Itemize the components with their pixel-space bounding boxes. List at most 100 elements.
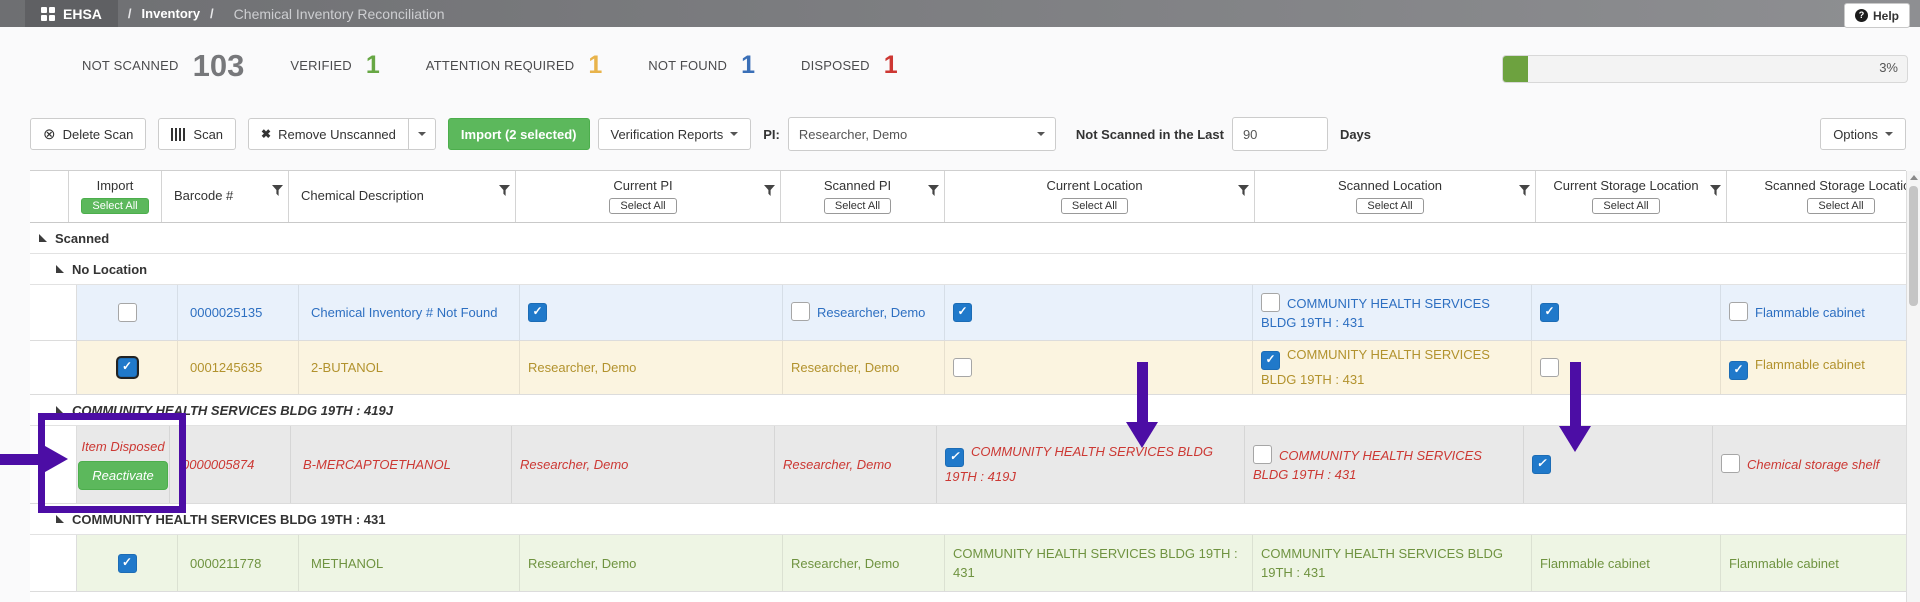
current-pi-checkbox[interactable]	[528, 303, 547, 322]
vertical-scrollbar[interactable]	[1906, 171, 1920, 602]
verification-reports-button[interactable]: Verification Reports	[597, 118, 752, 150]
chevron-down-icon	[1885, 132, 1893, 136]
scanned-storage-cell: Flammable cabinet	[1721, 285, 1920, 340]
stat-disposed: DISPOSED 1	[800, 51, 898, 79]
scanned-location-cell: COMMUNITY HEALTH SERVICES BLDG 19TH : 43…	[1245, 426, 1524, 503]
scan-button[interactable]: Scan	[158, 118, 237, 150]
chemical-description-cell: Chemical Inventory # Not Found	[299, 285, 520, 340]
toolbar: ⊗ Delete Scan Scan ✖ Remove Unscanned Im…	[30, 117, 1906, 151]
scrollbar-up-arrow-icon[interactable]	[1910, 175, 1918, 180]
barcode-link[interactable]: 0001245635	[190, 360, 262, 375]
stat-not-scanned: NOT SCANNED 103	[82, 48, 245, 83]
expander-column-header	[30, 171, 69, 222]
barcode-link[interactable]: 0000005874	[182, 457, 254, 472]
breadcrumb-separator: /	[127, 6, 132, 21]
scanned-pi-checkbox[interactable]	[791, 302, 810, 322]
filter-icon[interactable]	[272, 184, 283, 199]
column-header-scanned-storage-location: Scanned Storage Location Select All	[1727, 171, 1920, 222]
select-all-current-pi-button[interactable]: Select All	[609, 197, 677, 214]
chevron-down-icon	[730, 132, 739, 136]
group-row-no-location: No Location	[30, 254, 1906, 285]
help-label: Help	[1872, 8, 1899, 23]
current-storage-cell: Flammable cabinet	[1532, 535, 1721, 591]
current-location-checkbox[interactable]	[953, 358, 972, 377]
current-storage-checkbox[interactable]	[1532, 455, 1551, 474]
barcode-link[interactable]: 0000211778	[190, 556, 261, 571]
column-header-import: Import Select All	[69, 171, 162, 222]
filter-icon[interactable]	[499, 184, 510, 199]
select-all-scanned-location-button[interactable]: Select All	[1356, 197, 1424, 214]
chemical-description-cell: 2-BUTANOL	[299, 341, 520, 394]
options-button[interactable]: Options	[1820, 118, 1906, 150]
barcode-cell: 0001245635	[178, 341, 299, 394]
import-button[interactable]: Import (2 selected)	[447, 118, 590, 150]
status-counters: NOT SCANNED 103 VERIFIED 1 ATTENTION REQ…	[82, 50, 898, 81]
table-row-0000025135: 0000025135 Chemical Inventory # Not Foun…	[30, 285, 1920, 341]
select-all-scanned-storage-button[interactable]: Select All	[1807, 197, 1875, 214]
current-storage-cell	[1524, 426, 1713, 503]
collapse-icon[interactable]	[39, 234, 47, 242]
stat-not-found: NOT FOUND 1	[648, 51, 755, 79]
scanned-pi-cell: Researcher, Demo	[775, 426, 937, 503]
page-title: Chemical Inventory Reconciliation	[233, 5, 445, 22]
column-header-current-pi: Current PI Select All	[516, 171, 781, 222]
filter-icon[interactable]	[1519, 184, 1530, 199]
table-row-0000211778: 0000211778 METHANOL Researcher, Demo Res…	[30, 535, 1920, 592]
current-storage-cell	[1532, 285, 1721, 340]
scanned-location-checkbox[interactable]	[1261, 351, 1280, 371]
collapse-icon[interactable]	[56, 515, 64, 523]
breadcrumb-inventory[interactable]: Inventory	[142, 6, 201, 21]
annotation-arrow-down-scanned-storage-stem	[1570, 362, 1581, 427]
scanned-location-checkbox[interactable]	[1253, 444, 1272, 464]
current-pi-cell: Researcher, Demo	[520, 341, 783, 394]
scanned-pi-cell: Researcher, Demo	[783, 285, 945, 340]
remove-unscanned-button[interactable]: ✖ Remove Unscanned	[248, 118, 409, 150]
filter-icon[interactable]	[1710, 184, 1721, 199]
scanned-pi-cell: Researcher, Demo	[783, 535, 945, 591]
group-row-bldg-419j: COMMUNITY HEALTH SERVICES BLDG 19TH : 41…	[30, 395, 1906, 426]
app-brand[interactable]: EHSA	[25, 0, 118, 27]
scanned-location-checkbox[interactable]	[1261, 292, 1280, 312]
circle-x-icon: ⊗	[43, 125, 56, 143]
column-header-scanned-pi: Scanned PI Select All	[781, 171, 945, 222]
import-cell	[77, 285, 178, 340]
scanned-storage-checkbox[interactable]	[1729, 361, 1748, 380]
not-scanned-count: 103	[192, 48, 245, 83]
remove-unscanned-dropdown-button[interactable]	[407, 118, 436, 150]
collapse-icon[interactable]	[56, 265, 64, 273]
current-location-cell	[945, 341, 1253, 394]
import-checkbox[interactable]	[117, 303, 137, 322]
current-storage-checkbox[interactable]	[1540, 358, 1559, 377]
filter-icon[interactable]	[764, 184, 775, 199]
pi-selected-value: Researcher, Demo	[798, 126, 908, 142]
days-input[interactable]	[1231, 117, 1328, 151]
barcode-link[interactable]: 0000025135	[190, 305, 262, 320]
select-all-scanned-pi-button[interactable]: Select All	[823, 197, 892, 214]
current-storage-checkbox[interactable]	[1540, 303, 1559, 322]
delete-scan-button[interactable]: ⊗ Delete Scan	[30, 118, 147, 150]
chevron-down-icon	[417, 132, 426, 136]
breadcrumb-separator: /	[210, 6, 214, 21]
filter-icon[interactable]	[928, 184, 939, 199]
chemical-inventory-reconciliation-page: EHSA / Inventory / Chemical Inventory Re…	[0, 0, 1920, 602]
filter-icon[interactable]	[1238, 184, 1249, 199]
not-scanned-in-last-label: Not Scanned in the Last	[1075, 126, 1224, 142]
barcode-cell: 0000025135	[178, 285, 299, 340]
stat-attention-required: ATTENTION REQUIRED 1	[425, 51, 603, 79]
scanned-storage-cell: Flammable cabinet	[1721, 341, 1920, 394]
import-checkbox[interactable]	[117, 358, 137, 377]
select-all-current-storage-button[interactable]: Select All	[1592, 197, 1660, 214]
import-cell	[77, 341, 178, 394]
import-checkbox[interactable]	[117, 553, 137, 573]
scanned-storage-checkbox[interactable]	[1721, 454, 1740, 474]
scanned-storage-checkbox[interactable]	[1729, 302, 1748, 322]
current-location-checkbox[interactable]	[945, 448, 964, 468]
pi-select[interactable]: Researcher, Demo	[787, 117, 1056, 151]
help-button[interactable]: ? Help	[1843, 3, 1910, 28]
current-location-checkbox[interactable]	[953, 303, 972, 322]
select-all-current-location-button[interactable]: Select All	[1060, 197, 1129, 214]
scrollbar-thumb[interactable]	[1909, 186, 1918, 306]
select-all-import-button[interactable]: Select All	[81, 197, 149, 214]
annotation-arrow-left-icon	[38, 442, 68, 476]
current-location-cell	[945, 285, 1253, 340]
